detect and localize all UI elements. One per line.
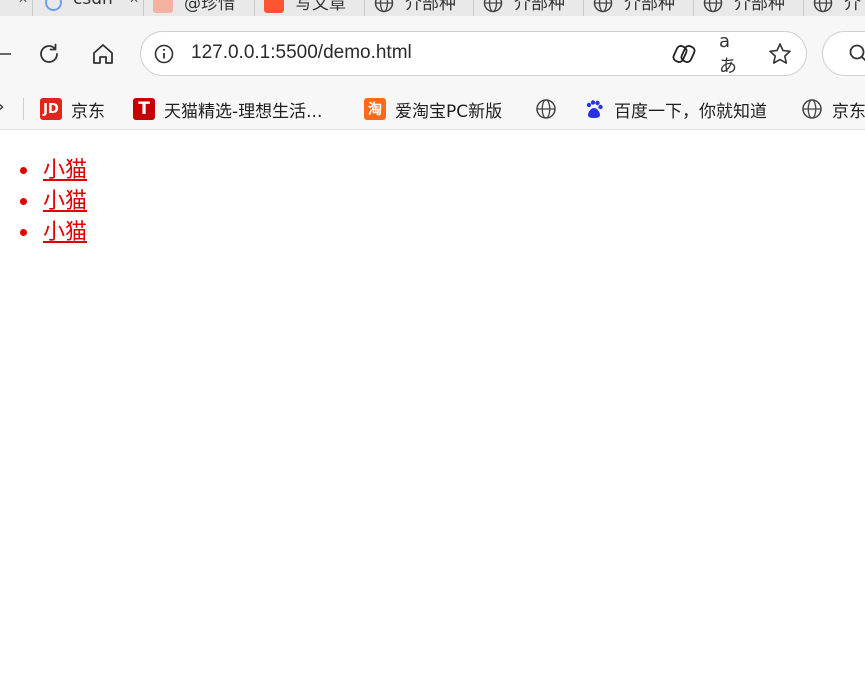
tab-title: 介部种 bbox=[405, 0, 456, 14]
tab-title: 写文章 bbox=[295, 0, 346, 14]
tab-csdn-article[interactable]: @珍惜 bbox=[144, 0, 255, 16]
bookmark-label: 天猫精选-理想生活... bbox=[164, 101, 323, 122]
globe-icon bbox=[535, 98, 557, 120]
reload-icon bbox=[40, 43, 58, 63]
tab-title: 介部种 bbox=[734, 0, 785, 14]
globe-icon bbox=[593, 0, 613, 13]
tab-partial[interactable]: ✕ bbox=[0, 0, 33, 16]
taobao-icon: 淘 bbox=[364, 98, 386, 120]
bookmark-label: 京东 bbox=[832, 101, 865, 122]
globe-icon bbox=[801, 98, 823, 120]
tab-generic[interactable]: 介部种 bbox=[584, 0, 694, 16]
copilot-icon[interactable] bbox=[671, 41, 697, 67]
bookmark-globe[interactable] bbox=[535, 94, 566, 124]
bookmark-divider bbox=[23, 98, 24, 120]
back-button[interactable] bbox=[0, 38, 18, 70]
link-kitten[interactable]: 小猫 bbox=[43, 158, 87, 183]
list-item: 小猫 bbox=[18, 155, 87, 186]
link-kitten[interactable]: 小猫 bbox=[43, 220, 87, 245]
bookmark-label: 百度一下，你就知道 bbox=[614, 101, 767, 122]
bookmark-jd-2[interactable]: 京东 bbox=[801, 94, 865, 124]
tab-generic[interactable]: 介部种 bbox=[365, 0, 474, 16]
search-pill[interactable] bbox=[822, 31, 865, 76]
bookmark-jd[interactable]: JD 京东 bbox=[40, 94, 105, 124]
tab-generic[interactable]: 介部种 bbox=[474, 0, 584, 16]
tab-write-article[interactable]: 写文章 bbox=[255, 0, 365, 16]
tab-title: 介部种 bbox=[514, 0, 565, 14]
globe-icon bbox=[483, 0, 503, 13]
overflow-chevron-icon[interactable]: » bbox=[0, 97, 4, 117]
globe-icon bbox=[813, 0, 833, 13]
site-info-icon[interactable] bbox=[151, 41, 177, 67]
link-list: 小猫 小猫 小猫 bbox=[18, 155, 87, 248]
baidu-paw-icon bbox=[583, 98, 605, 120]
bookmark-label: 爱淘宝PC新版 bbox=[395, 101, 503, 122]
search-icon bbox=[45, 0, 62, 11]
favorite-star-icon[interactable] bbox=[767, 41, 793, 67]
bookmark-label: 京东 bbox=[71, 101, 105, 122]
address-bar[interactable]: 127.0.0.1:5500/demo.html aあ bbox=[140, 31, 807, 77]
read-aloud-icon[interactable]: aあ bbox=[719, 31, 745, 77]
tab-title: @珍惜 bbox=[184, 0, 235, 14]
arrow-left-icon bbox=[0, 53, 11, 55]
tab-title: csdn bbox=[73, 0, 113, 9]
tab-title: 介部种 bbox=[624, 0, 675, 14]
tab-close-icon[interactable]: ✕ bbox=[18, 0, 28, 6]
list-item: 小猫 bbox=[18, 217, 87, 248]
url-text[interactable]: 127.0.0.1:5500/demo.html bbox=[191, 42, 412, 64]
home-button[interactable] bbox=[87, 38, 119, 70]
tab-strip: ✕ csdn ✕ @珍惜 写文章 介部种 介部种 介部种 介部种 bbox=[0, 0, 865, 16]
tmall-icon: T bbox=[133, 98, 155, 120]
tab-generic[interactable]: 介部种 bbox=[694, 0, 804, 16]
tab-title: 介 bbox=[844, 0, 861, 14]
page-viewport: 小猫 小猫 小猫 bbox=[0, 131, 865, 700]
jd-icon: JD bbox=[40, 98, 62, 120]
bookmark-tmall[interactable]: T 天猫精选-理想生活... bbox=[133, 94, 322, 124]
globe-icon bbox=[374, 0, 394, 13]
search-icon bbox=[849, 44, 865, 62]
bookmark-taobao[interactable]: 淘 爱淘宝PC新版 bbox=[364, 94, 502, 124]
tab-close-icon[interactable]: ✕ bbox=[129, 0, 139, 6]
tab-generic[interactable]: 介 bbox=[804, 0, 865, 16]
link-kitten[interactable]: 小猫 bbox=[43, 189, 87, 214]
csdn-c-icon bbox=[153, 0, 173, 13]
browser-toolbar: 127.0.0.1:5500/demo.html aあ bbox=[0, 16, 865, 92]
globe-icon bbox=[703, 0, 723, 13]
home-icon bbox=[93, 44, 113, 64]
list-item: 小猫 bbox=[18, 186, 87, 217]
bookmark-baidu[interactable]: 百度一下，你就知道 bbox=[583, 94, 767, 124]
tab-csdn-search[interactable]: csdn ✕ bbox=[33, 0, 144, 16]
reload-button[interactable] bbox=[33, 38, 65, 70]
csdn-c-icon bbox=[264, 0, 284, 13]
bookmarks-bar: » JD 京东 T 天猫精选-理想生活... 淘 爱淘宝PC新版 百度一下，你就… bbox=[0, 92, 865, 130]
